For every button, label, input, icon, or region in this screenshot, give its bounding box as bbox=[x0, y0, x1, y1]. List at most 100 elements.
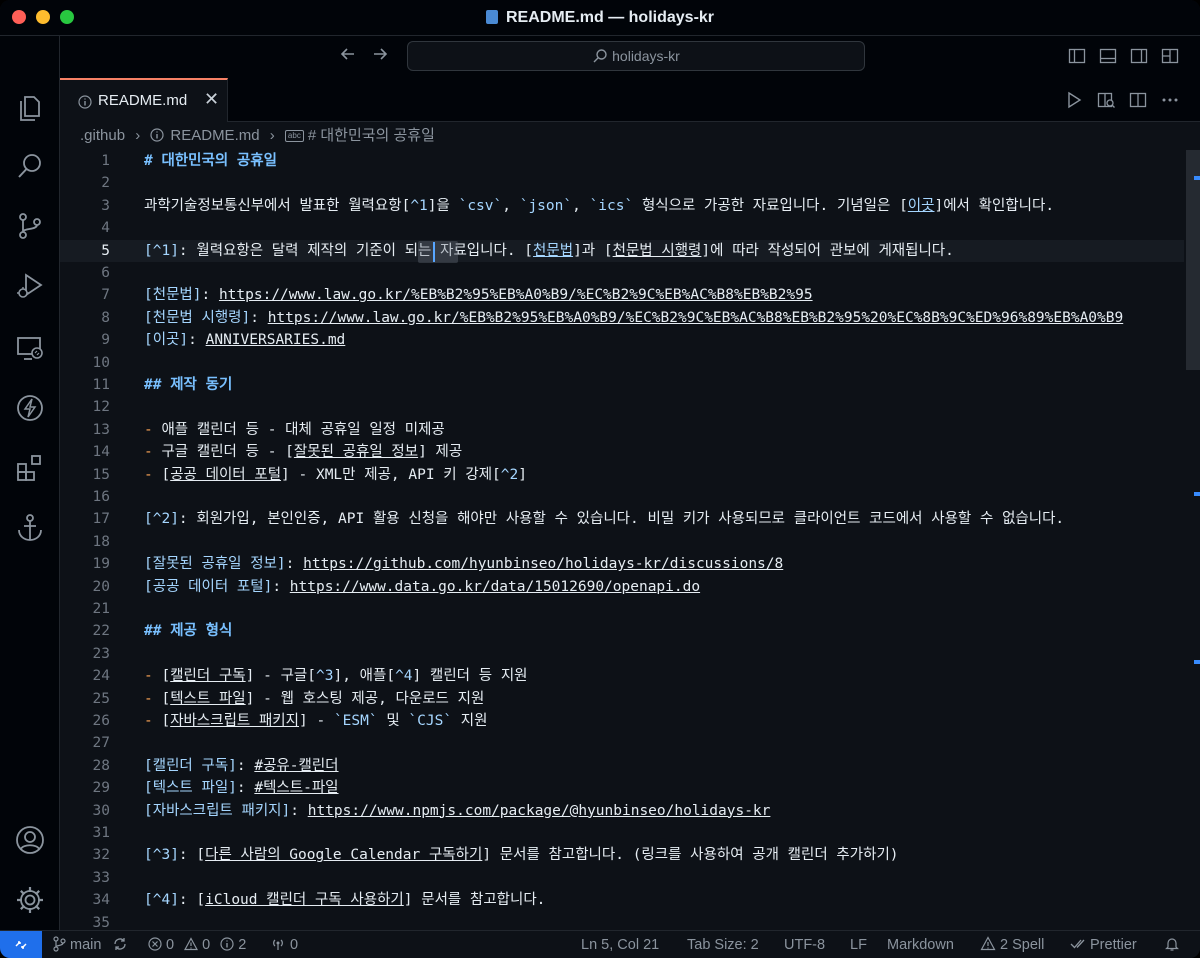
code-line[interactable]: 30 [자바스크립트 패키지]: https://www.npmjs.com/pa… bbox=[60, 800, 1184, 822]
code-token: ^2 bbox=[500, 466, 519, 483]
go-back-button[interactable] bbox=[336, 44, 360, 68]
code-line[interactable]: 22 ## 제공 형식 bbox=[60, 620, 1184, 642]
code-line[interactable]: 21 bbox=[60, 598, 1184, 620]
run-button[interactable] bbox=[1064, 90, 1084, 110]
spell-check-status[interactable]: 2 Spell bbox=[980, 931, 1044, 958]
code-line[interactable]: 23 bbox=[60, 643, 1184, 665]
indentation-status[interactable]: Tab Size: 2 bbox=[687, 931, 759, 958]
code-token: 구글 캘린더 등 - bbox=[161, 444, 286, 461]
formatter-status[interactable]: Prettier bbox=[1070, 931, 1137, 958]
problems-status[interactable]: 0 0 2 bbox=[148, 931, 246, 958]
go-forward-button[interactable] bbox=[368, 44, 392, 68]
code-token: : bbox=[236, 780, 255, 797]
code-line[interactable]: 17 [^2]: 회원가입, 본인인증, API 활용 신청을 해야만 사용할 수… bbox=[60, 508, 1184, 530]
line-number: 27 bbox=[92, 735, 110, 752]
extensions-button[interactable] bbox=[12, 450, 48, 486]
toggle-primary-sidebar-button[interactable] bbox=[1067, 46, 1087, 66]
code-line[interactable]: 4 bbox=[60, 217, 1184, 239]
code-line[interactable]: 25 - [텍스트 파일] - 웹 호스팅 제공, 다운로드 지원 bbox=[60, 688, 1184, 710]
code-line[interactable]: 28 [캘린더 구독]: #공유-캘린더 bbox=[60, 755, 1184, 777]
code-token: 및 bbox=[377, 713, 409, 729]
breadcrumb-folder[interactable]: .github bbox=[80, 127, 125, 144]
code-line[interactable]: 2 bbox=[60, 172, 1184, 194]
code-editor[interactable]: 1 # 대한민국의 공휴일 2 3 과학기술정보통신부에서 발표한 월력요항[^1]을 … bbox=[60, 150, 1200, 930]
remote-explorer-button[interactable] bbox=[12, 330, 48, 366]
code-token: [캘린더 구독] bbox=[144, 757, 237, 774]
code-line[interactable]: 12 bbox=[60, 396, 1184, 418]
code-line[interactable]: 11 ## 제작 동기 bbox=[60, 374, 1184, 396]
customize-layout-button[interactable] bbox=[1160, 46, 1180, 66]
code-token: [ bbox=[492, 466, 501, 483]
code-token: 에서 확인합니다. bbox=[943, 197, 1055, 214]
source-control-button[interactable] bbox=[12, 208, 48, 244]
code-line[interactable]: 9 [이곳]: ANNIVERSARIES.md bbox=[60, 329, 1184, 351]
code-token: ] bbox=[701, 242, 711, 259]
code-token: [^3] bbox=[144, 847, 179, 864]
encoding-status[interactable]: UTF-8 bbox=[784, 931, 825, 958]
remote-indicator-button[interactable] bbox=[0, 931, 42, 958]
split-editor-button[interactable] bbox=[1128, 90, 1148, 110]
word-highlight bbox=[418, 241, 458, 263]
line-text: [자바스크립트 패키지]: https://www.npmjs.com/pack… bbox=[144, 800, 770, 822]
cursor-position-status[interactable]: Ln 5, Col 21 bbox=[581, 931, 659, 958]
vertical-scrollbar[interactable] bbox=[1184, 150, 1200, 930]
code-line[interactable]: 13 - 애플 캘린더 등 - 대체 공휴일 일정 미제공 bbox=[60, 419, 1184, 441]
line-number: 24 bbox=[92, 668, 110, 685]
accounts-button[interactable] bbox=[12, 822, 48, 858]
code-line[interactable]: 32 [^3]: [다른 사람의 Google Calendar 구독하기] 문서… bbox=[60, 844, 1184, 866]
toggle-secondary-sidebar-button[interactable] bbox=[1129, 46, 1149, 66]
code-line[interactable]: 26 - [자바스크립트 패키지] - `ESM` 및 `CJS` 지원 bbox=[60, 710, 1184, 732]
code-token: - bbox=[144, 444, 162, 461]
code-line[interactable]: 33 bbox=[60, 867, 1184, 889]
preview-icon bbox=[1097, 92, 1115, 108]
tab-readme[interactable]: README.md ✕ bbox=[60, 78, 228, 122]
language-mode-status[interactable]: Markdown bbox=[887, 931, 954, 958]
line-text: ## 제공 형식 bbox=[144, 620, 232, 642]
sync-button[interactable] bbox=[112, 931, 128, 958]
notifications-button[interactable] bbox=[1164, 931, 1180, 958]
code-line[interactable]: 27 bbox=[60, 732, 1184, 754]
code-line[interactable]: 35 bbox=[60, 912, 1184, 930]
close-tab-icon[interactable]: ✕ bbox=[204, 89, 219, 110]
anchor-button[interactable] bbox=[12, 510, 48, 546]
code-line[interactable]: 16 bbox=[60, 486, 1184, 508]
lightning-button[interactable] bbox=[12, 390, 48, 426]
manage-settings-button[interactable] bbox=[12, 882, 48, 918]
scrollbar-thumb[interactable] bbox=[1186, 150, 1200, 370]
code-line[interactable]: 6 bbox=[60, 262, 1184, 284]
code-token: iCloud 캘린더 구독 사용하기 bbox=[205, 892, 404, 909]
code-line[interactable]: 24 - [캘린더 구독] - 구글[^3], 애플[^4] 캘린더 등 지원 bbox=[60, 665, 1184, 687]
explorer-button[interactable] bbox=[12, 90, 48, 126]
branch-status[interactable]: main bbox=[52, 931, 101, 958]
code-token: ## 제공 형식 bbox=[144, 623, 233, 640]
code-line[interactable]: 29 [텍스트 파일]: #텍스트-파일 bbox=[60, 777, 1184, 799]
code-line[interactable]: 14 - 구글 캘린더 등 - [잘못된 공휴일 정보] 제공 bbox=[60, 441, 1184, 463]
search-button[interactable] bbox=[12, 148, 48, 184]
code-line[interactable]: 15- [공공 데이터 포털] - XML만 제공, API 키 강제[^2] bbox=[60, 464, 1184, 486]
info-icon bbox=[78, 95, 92, 109]
code-line[interactable]: 7 [천문법]: https://www.law.go.kr/%EB%B2%95%… bbox=[60, 284, 1184, 306]
code-line[interactable]: 19 [잘못된 공휴일 정보]: https://github.com/hyunb… bbox=[60, 553, 1184, 575]
code-line[interactable]: 18 bbox=[60, 531, 1184, 553]
command-center-search[interactable]: holidays-kr bbox=[407, 41, 865, 71]
ports-status[interactable]: 0 bbox=[270, 931, 298, 958]
code-line[interactable]: 10 bbox=[60, 352, 1184, 374]
eol-status[interactable]: LF bbox=[850, 931, 867, 958]
code-line[interactable]: 20 [공공 데이터 포털]: https://www.data.go.kr/da… bbox=[60, 576, 1184, 598]
code-line[interactable]: 5 [^1]: 월력요항은 달력 제작의 기준이 되는 자료입니다. [천문법]과… bbox=[60, 239, 1184, 262]
breadcrumb-file[interactable]: README.md bbox=[150, 127, 260, 144]
more-actions-button[interactable] bbox=[1160, 90, 1180, 110]
open-preview-button[interactable] bbox=[1096, 90, 1116, 110]
code-line[interactable]: 31 bbox=[60, 822, 1184, 844]
info-icon bbox=[220, 937, 234, 951]
code-line[interactable]: 8 [천문법 시행령]: https://www.law.go.kr/%EB%B2… bbox=[60, 307, 1184, 329]
toggle-panel-button[interactable] bbox=[1098, 46, 1118, 66]
code-token: [자바스크립트 패키지] bbox=[144, 802, 291, 819]
error-icon bbox=[148, 937, 162, 951]
code-line[interactable]: 34 [^4]: [iCloud 캘린더 구독 사용하기] 문서를 참고합니다. bbox=[60, 889, 1184, 911]
code-line[interactable]: 3 과학기술정보통신부에서 발표한 월력요항[^1]을 `csv`, `json`… bbox=[60, 195, 1184, 217]
code-line[interactable]: 1 # 대한민국의 공휴일 bbox=[60, 150, 1184, 172]
breadcrumb-symbol[interactable]: abc # 대한민국의 공휴일 bbox=[284, 127, 435, 144]
run-debug-button[interactable] bbox=[12, 268, 48, 304]
code-token: , bbox=[572, 197, 590, 214]
